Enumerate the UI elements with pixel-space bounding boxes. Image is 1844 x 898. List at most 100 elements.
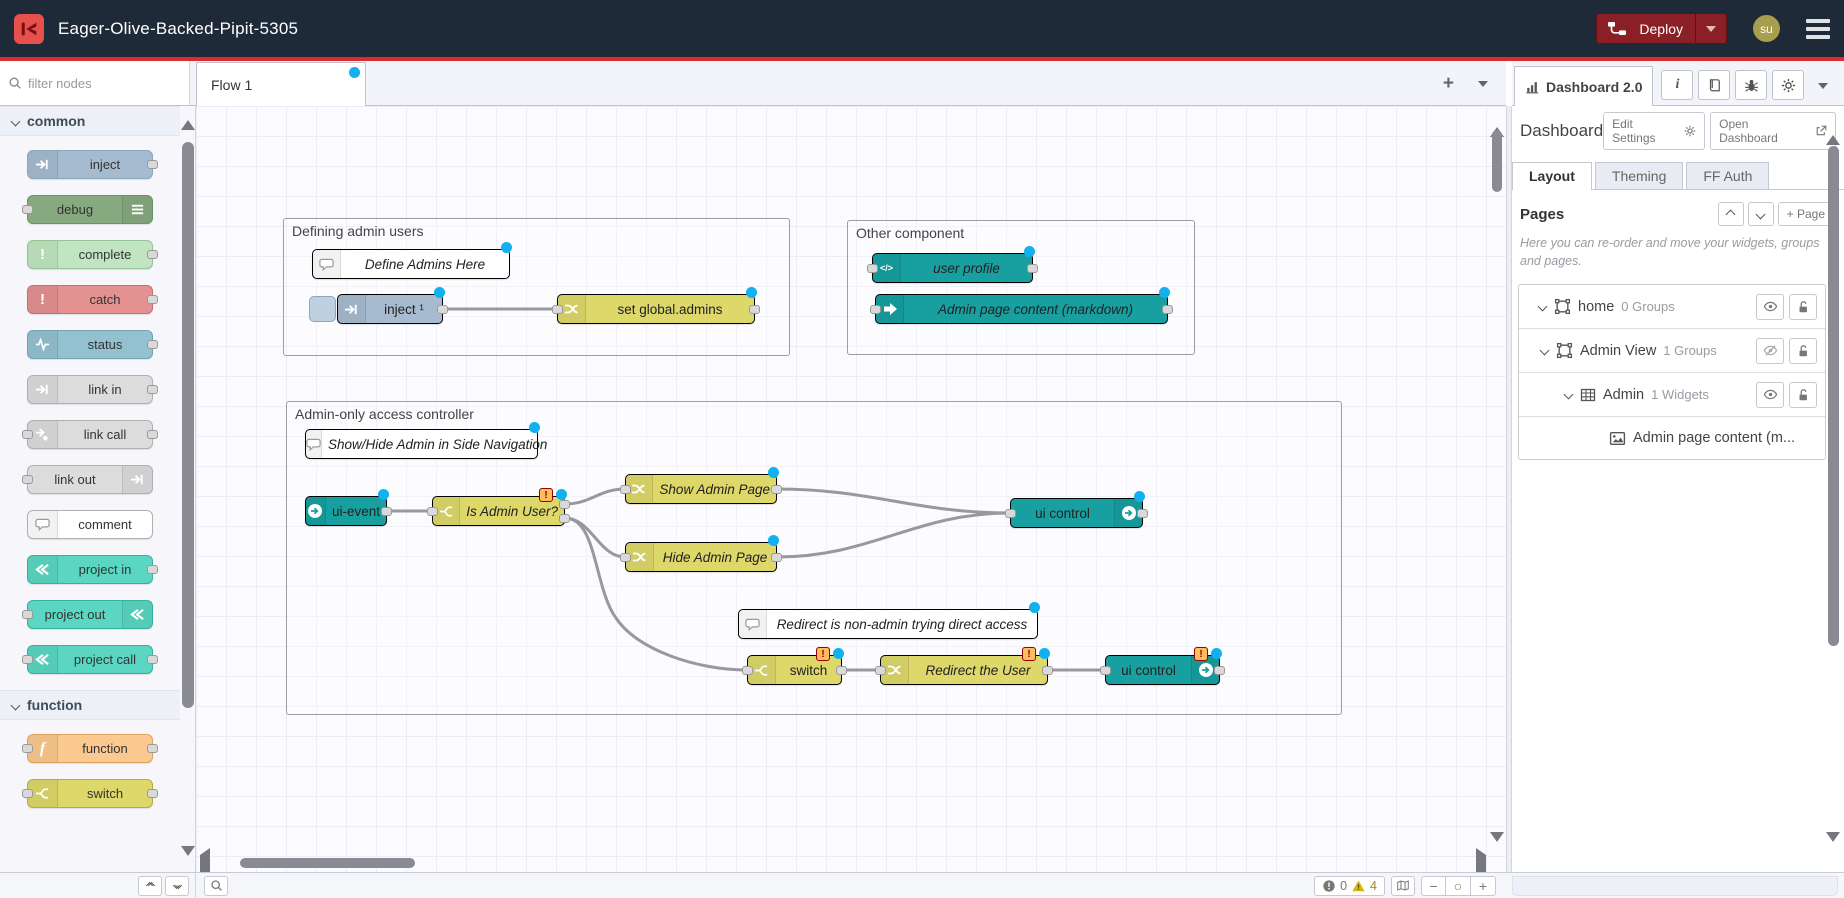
palette-scroll-down[interactable] [180,846,196,856]
palette-scroll-up[interactable] [180,120,196,130]
palette-node-comment[interactable]: comment [27,510,153,539]
tree-row-admin-page-content-widget[interactable]: Admin page content (m... [1519,417,1825,459]
add-flow-button[interactable]: + [1443,74,1454,93]
output-port[interactable] [1137,509,1148,518]
node-hide-admin-page[interactable]: Hide Admin Page [625,542,777,572]
palette-node-catch[interactable]: ! catch [27,285,153,314]
tab-theming[interactable]: Theming [1595,162,1683,189]
add-page-button[interactable]: + Page [1778,202,1834,226]
node-is-admin-user[interactable]: Is Admin User? ! [432,496,565,526]
palette-node-complete[interactable]: ! complete [27,240,153,269]
open-dashboard-button[interactable]: Open Dashboard [1710,112,1836,150]
palette-node-function[interactable]: f function [27,734,153,763]
input-port[interactable] [875,666,886,675]
output-port[interactable] [1214,666,1225,675]
settings-sidebar-button[interactable] [1772,70,1804,100]
tree-row-home[interactable]: home 0 Groups [1519,285,1825,329]
node-ui-control-1[interactable]: ui control [1010,498,1143,528]
palette-node-link-in[interactable]: link in [27,375,153,404]
comment-node-redirect-non-admin[interactable]: Redirect is non-admin trying direct acce… [738,609,1038,639]
node-ui-control-2[interactable]: ui control ! [1105,655,1220,685]
palette-collapse-all-button[interactable] [138,876,162,896]
filter-nodes-input[interactable] [28,76,168,91]
palette-node-project-in[interactable]: project in [27,555,153,584]
palette-node-inject[interactable]: inject [27,150,153,179]
help-sidebar-button[interactable] [1698,70,1730,100]
palette-node-project-out[interactable]: project out [27,600,153,629]
tab-layout[interactable]: Layout [1512,162,1592,190]
debug-sidebar-button[interactable] [1735,70,1767,100]
input-port[interactable] [552,305,563,314]
deploy-button[interactable]: Deploy [1596,13,1727,44]
user-avatar[interactable]: su [1753,15,1780,42]
output-port[interactable] [771,553,782,562]
flow-canvas[interactable]: Defining admin users Other component Adm… [196,106,1506,872]
palette-node-link-call[interactable]: link call [27,420,153,449]
output-port[interactable] [1027,264,1038,273]
input-port[interactable] [1100,666,1111,675]
tree-row-admin-group[interactable]: Admin 1 Widgets [1519,373,1825,417]
sidebar-list-caret[interactable] [1818,83,1828,89]
move-down-button[interactable] [1748,202,1774,226]
palette-node-link-out[interactable]: link out [27,465,153,494]
palette-expand-all-button[interactable] [165,876,189,896]
node-redirect-the-user[interactable]: Redirect the User ! [880,655,1048,685]
lock-button[interactable] [1789,382,1817,408]
input-port[interactable] [742,666,753,675]
palette-category-common[interactable]: common [0,106,180,136]
palette-node-debug[interactable]: debug [27,195,153,224]
input-port[interactable] [620,553,631,562]
node-ui-event[interactable]: ui-event [305,496,387,526]
input-port[interactable] [867,264,878,273]
input-port[interactable] [427,507,438,516]
visibility-button[interactable] [1756,338,1784,364]
output-port[interactable] [771,485,782,494]
sidebar-scrollbar[interactable] [1828,146,1839,646]
output-port-2[interactable] [559,514,570,523]
palette-node-status[interactable]: status [27,330,153,359]
palette-scrollbar[interactable] [182,142,194,708]
palette-node-project-call[interactable]: project call [27,645,153,674]
tab-dashboard-2[interactable]: Dashboard 2.0 [1514,66,1653,106]
output-port[interactable] [836,666,847,675]
tab-ff-auth[interactable]: FF Auth [1686,162,1769,189]
main-menu-icon[interactable] [1806,19,1830,39]
output-port[interactable] [749,305,760,314]
node-show-admin-page[interactable]: Show Admin Page [625,474,777,504]
group-defining-admin-users[interactable]: Defining admin users [283,218,790,356]
input-port[interactable] [1005,509,1016,518]
output-port[interactable] [1162,305,1173,314]
comment-node-show-hide-admin[interactable]: Show/Hide Admin in Side Navigation [305,429,538,459]
navigator-button[interactable] [1391,876,1415,896]
info-sidebar-button[interactable]: i [1661,70,1693,100]
input-port[interactable] [870,305,881,314]
node-inject[interactable]: inject ¹ [337,294,443,324]
output-port-1[interactable] [559,500,570,509]
canvas-scroll-up[interactable] [1490,110,1504,128]
notification-counts[interactable]: 0 4 [1314,876,1385,896]
edit-settings-button[interactable]: Edit Settings [1603,112,1705,150]
input-port[interactable] [620,485,631,494]
comment-node-define-admins-here[interactable]: Define Admins Here [312,249,510,279]
output-port[interactable] [381,507,392,516]
move-up-button[interactable] [1718,202,1744,226]
zoom-in-button[interactable]: + [1471,876,1496,896]
output-port[interactable] [1042,666,1053,675]
palette-search[interactable] [0,61,190,106]
inject-button[interactable] [309,296,336,322]
palette-node-switch[interactable]: switch [27,779,153,808]
sidebar-scroll-up[interactable] [1826,118,1840,136]
output-port[interactable] [437,305,448,314]
zoom-out-button[interactable]: − [1421,876,1446,896]
canvas-scroll-down[interactable] [1490,842,1504,860]
canvas-scroll-left[interactable] [200,855,210,872]
zoom-reset-button[interactable]: ○ [1446,876,1471,896]
search-flows-button[interactable] [204,876,228,896]
flow-list-caret[interactable] [1478,81,1488,87]
visibility-button[interactable] [1756,294,1784,320]
deploy-options-caret[interactable] [1695,14,1726,43]
node-set-global-admins[interactable]: set global.admins [557,294,755,324]
tree-row-admin-view[interactable]: Admin View 1 Groups [1519,329,1825,373]
lock-button[interactable] [1789,294,1817,320]
sidebar-scroll-down[interactable] [1826,842,1840,860]
